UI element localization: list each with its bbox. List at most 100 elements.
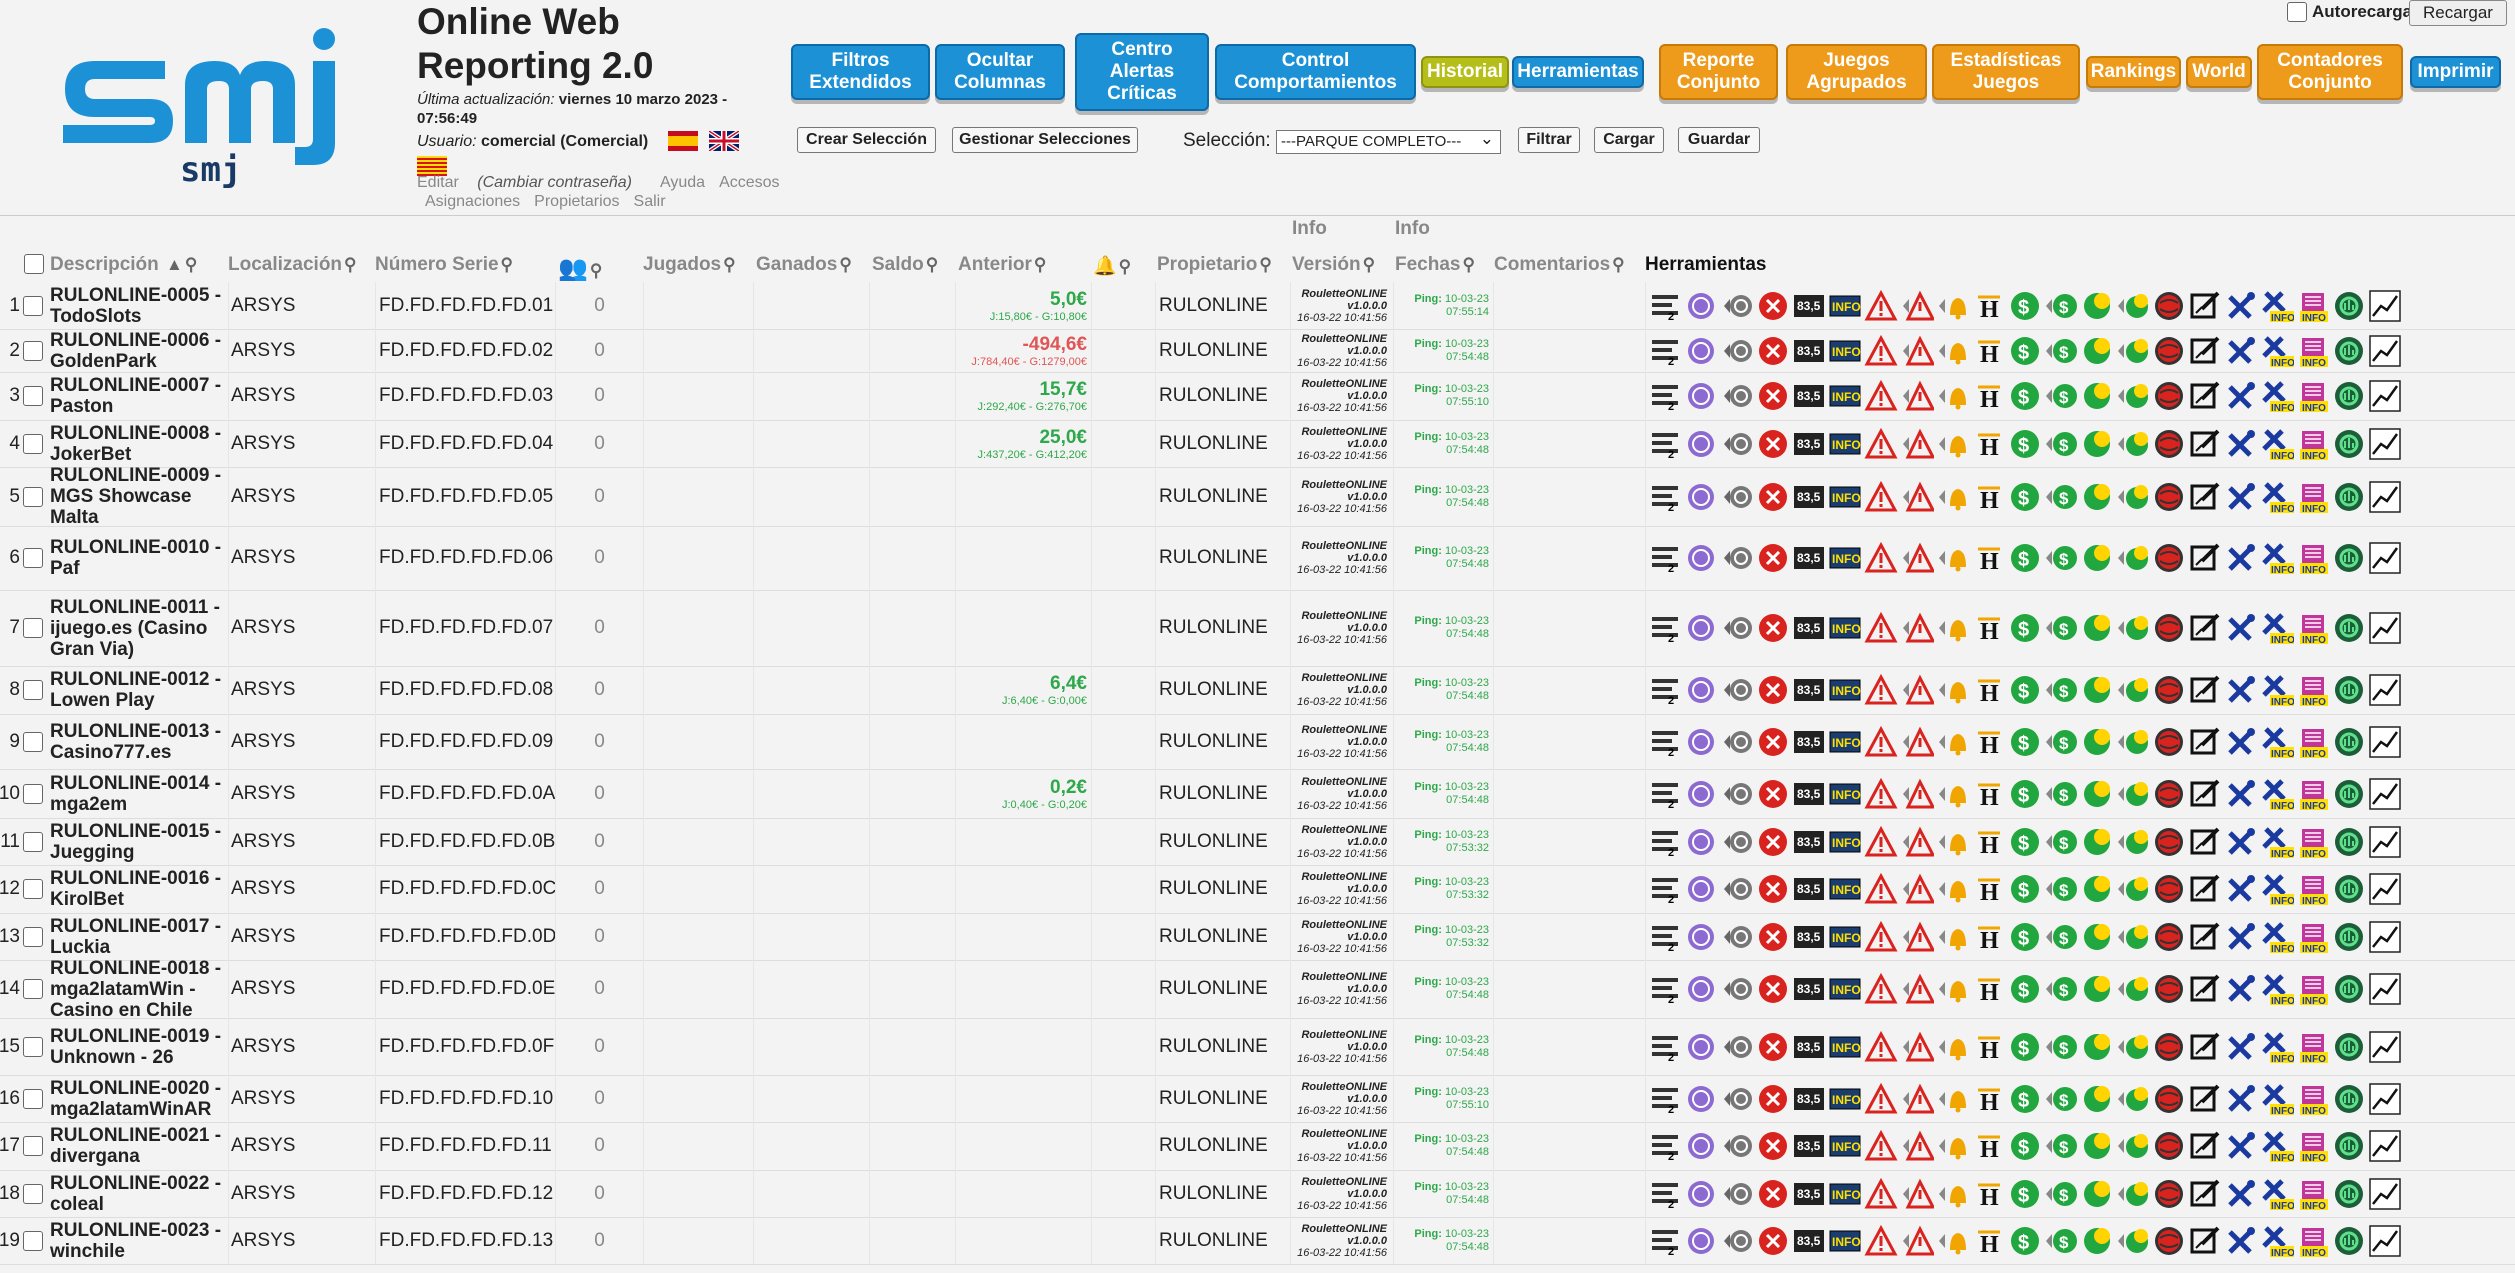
warning-triangle-icon[interactable] [1864,725,1898,759]
table-row[interactable]: 10 RULONLINE-0014 - mga2em ARSYS FD.FD.FD.F… [0,769,2515,819]
search-icon[interactable]: ⚲ [1119,257,1131,276]
list-icon[interactable]: 2 [1648,541,1682,575]
select-all-checkbox[interactable] [24,254,44,274]
warning-triangle-icon[interactable] [1864,541,1898,575]
tools-info-icon[interactable]: INFO [2260,1224,2294,1258]
edit-square-icon[interactable] [2188,427,2222,461]
warning-triangle-icon[interactable] [1864,611,1898,645]
counter-display-icon[interactable]: 83,5 [1792,1129,1826,1163]
rewind-bell-icon[interactable] [1936,920,1970,954]
refresh-green-icon[interactable] [2332,673,2366,707]
chart-line-icon[interactable] [2368,379,2402,413]
col-anterior[interactable]: Anterior ⚲ [958,254,1046,276]
rewind-dollar-icon[interactable]: $ [2044,972,2078,1006]
search-icon[interactable]: ⚲ [1462,255,1474,274]
h-hat-icon[interactable]: H [1972,1082,2006,1116]
refresh-green-icon[interactable] [2332,972,2366,1006]
list-icon[interactable]: 2 [1648,480,1682,514]
counter-display-icon[interactable]: 83,5 [1792,427,1826,461]
rewind-warning-icon[interactable] [1900,480,1934,514]
rewind-coin-icon[interactable] [2116,427,2150,461]
globe-red-icon[interactable] [2152,777,2186,811]
table-row[interactable]: 12 RULONLINE-0016 - KirolBet ARSYS FD.FD.FD… [0,865,2515,914]
tools-info-icon[interactable]: INFO [2260,920,2294,954]
search-icon[interactable]: ⚲ [185,255,197,274]
rewind-bell-icon[interactable] [1936,972,1970,1006]
rewind-coin-icon[interactable] [2116,541,2150,575]
col-comentarios[interactable]: Comentarios ⚲ [1494,254,1625,276]
info-stack-icon[interactable]: INFO [2296,1082,2330,1116]
red-x-icon[interactable] [1756,611,1790,645]
globe-red-icon[interactable] [2152,1177,2186,1211]
search-icon[interactable]: ⚲ [723,255,735,274]
row-checkbox-box[interactable] [23,783,43,804]
list-icon[interactable]: 2 [1648,872,1682,906]
search-icon[interactable]: ⚲ [839,255,851,274]
dollar-green-icon[interactable]: $ [2008,611,2042,645]
chart-line-icon[interactable] [2368,289,2402,323]
rewind-bell-icon[interactable] [1936,872,1970,906]
rewind-dollar-icon[interactable]: $ [2044,334,2078,368]
rewind-dollar-icon[interactable]: $ [2044,920,2078,954]
tools-info-icon[interactable]: INFO [2260,611,2294,645]
rewind-coin-icon[interactable] [2116,379,2150,413]
coin-purple-icon[interactable] [1684,1129,1718,1163]
ocultar-columnas-button[interactable]: Ocultar Columnas [935,44,1065,100]
info-stack-icon[interactable]: INFO [2296,1129,2330,1163]
search-icon[interactable]: ⚲ [501,255,513,274]
red-x-icon[interactable] [1756,480,1790,514]
dollar-green-icon[interactable]: $ [2008,1082,2042,1116]
autorecargar-toggle[interactable]: Autorecargar [2287,2,2419,22]
tools-info-icon[interactable]: INFO [2260,1082,2294,1116]
red-x-icon[interactable] [1756,673,1790,707]
warning-triangle-icon[interactable] [1864,777,1898,811]
h-hat-icon[interactable]: H [1972,379,2006,413]
row-checkbox-box[interactable] [23,548,43,568]
tools-icon[interactable] [2224,541,2258,575]
refresh-green-icon[interactable] [2332,872,2366,906]
row-checkbox[interactable] [23,526,45,590]
tools-info-icon[interactable]: INFO [2260,541,2294,575]
info-box-icon[interactable]: INFO [1828,334,1862,368]
list-icon[interactable]: 2 [1648,611,1682,645]
search-icon[interactable]: ⚲ [344,255,356,274]
row-checkbox[interactable] [23,769,45,818]
list-icon[interactable]: 2 [1648,289,1682,323]
rankings-button[interactable]: Rankings [2086,56,2181,88]
refresh-green-icon[interactable] [2332,1030,2366,1064]
rewind-coin-icon[interactable] [2116,673,2150,707]
rewind-coin-icon[interactable] [2116,777,2150,811]
dollar-green-icon[interactable]: $ [2008,334,2042,368]
h-hat-icon[interactable]: H [1972,1030,2006,1064]
rewind-gray-icon[interactable] [1720,611,1754,645]
warning-triangle-icon[interactable] [1864,1177,1898,1211]
info-stack-icon[interactable]: INFO [2296,334,2330,368]
coin-purple-icon[interactable] [1684,777,1718,811]
tools-info-icon[interactable]: INFO [2260,289,2294,323]
chart-line-icon[interactable] [2368,1129,2402,1163]
rewind-warning-icon[interactable] [1900,872,1934,906]
counter-display-icon[interactable]: 83,5 [1792,1030,1826,1064]
coin-purple-icon[interactable] [1684,872,1718,906]
rewind-gray-icon[interactable] [1720,673,1754,707]
info-stack-icon[interactable]: INFO [2296,1177,2330,1211]
coin-purple-icon[interactable] [1684,920,1718,954]
list-icon[interactable]: 2 [1648,673,1682,707]
warning-triangle-icon[interactable] [1864,1129,1898,1163]
estadisticas-juegos-button[interactable]: Estadísticas Juegos [1932,44,2080,100]
info-box-icon[interactable]: INFO [1828,1030,1862,1064]
warning-triangle-icon[interactable] [1864,1082,1898,1116]
refresh-green-icon[interactable] [2332,825,2366,859]
globe-red-icon[interactable] [2152,920,2186,954]
list-icon[interactable]: 2 [1648,1129,1682,1163]
dollar-green-icon[interactable]: $ [2008,1224,2042,1258]
edit-square-icon[interactable] [2188,611,2222,645]
col-alerts[interactable]: 🔔 ⚲ [1093,254,1131,278]
row-checkbox[interactable] [23,1122,45,1170]
coin-yellow-icon[interactable] [2080,427,2114,461]
help-link[interactable]: Ayuda [660,174,705,191]
tools-icon[interactable] [2224,379,2258,413]
dollar-green-icon[interactable]: $ [2008,1177,2042,1211]
coin-purple-icon[interactable] [1684,1224,1718,1258]
guardar-button[interactable]: Guardar [1678,127,1760,153]
